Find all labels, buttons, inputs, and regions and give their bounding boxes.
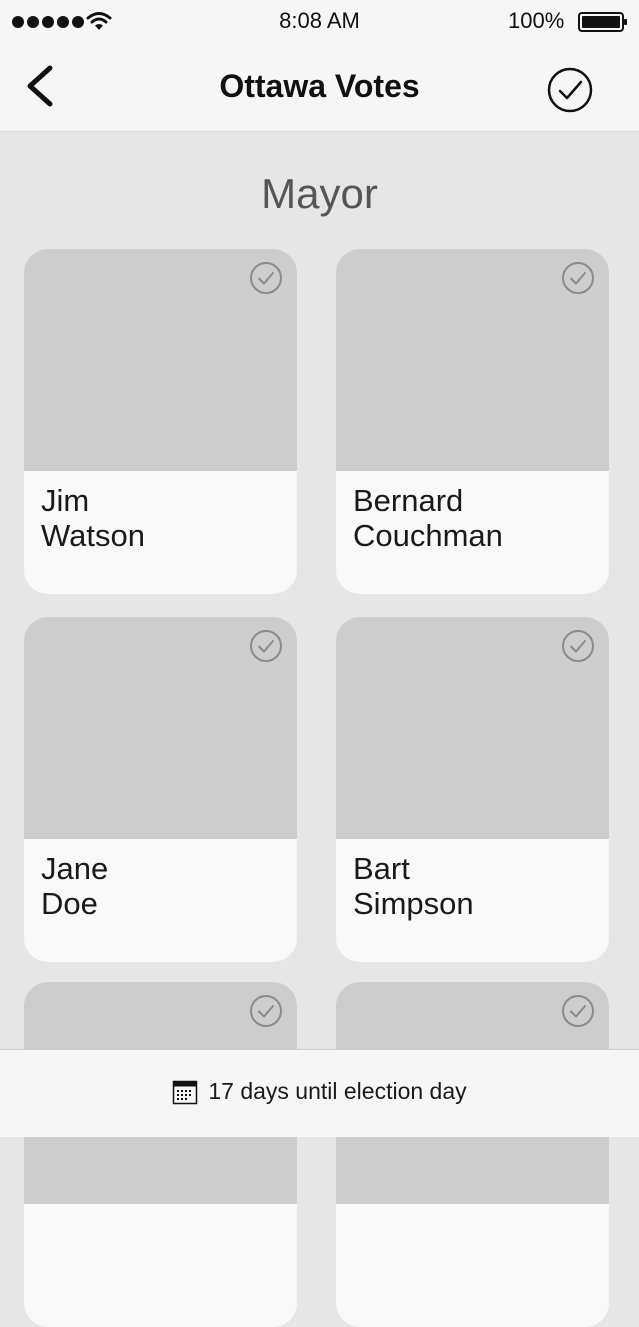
- candidate-name: Bernard Couchman: [353, 483, 503, 553]
- candidate-last-name: Simpson: [353, 886, 474, 921]
- candidate-card[interactable]: [336, 982, 609, 1327]
- candidate-first-name: Bernard: [353, 483, 464, 518]
- select-check-icon[interactable]: [561, 261, 595, 295]
- confirm-vote-button[interactable]: [544, 64, 596, 116]
- select-check-icon[interactable]: [561, 994, 595, 1028]
- candidate-last-name: Doe: [41, 886, 98, 921]
- candidate-first-name: Jane: [41, 851, 109, 886]
- select-check-icon[interactable]: [249, 261, 283, 295]
- select-check-icon[interactable]: [249, 629, 283, 663]
- candidate-card[interactable]: Jim Watson: [24, 249, 297, 594]
- checkmark-circle-icon: [547, 67, 593, 113]
- battery-percentage: 100%: [508, 8, 565, 33]
- candidate-last-name: Watson: [41, 518, 145, 553]
- candidate-card[interactable]: Jane Doe: [24, 617, 297, 962]
- status-bar: 8:08 AM 100%: [0, 0, 639, 44]
- navigation-bar: Ottawa Votes: [0, 44, 639, 132]
- candidate-card[interactable]: Bart Simpson: [336, 617, 609, 962]
- calendar-icon: [173, 1080, 198, 1104]
- candidate-last-name: Couchman: [353, 518, 503, 553]
- select-check-icon[interactable]: [561, 629, 595, 663]
- candidate-first-name: Jim: [41, 483, 90, 518]
- candidate-name: Jim Watson: [41, 483, 145, 553]
- section-title: Mayor: [261, 170, 378, 217]
- days-until-election: 17 days until election day: [208, 1078, 467, 1104]
- candidate-card[interactable]: Bernard Couchman: [336, 249, 609, 594]
- candidate-name: Jane Doe: [41, 851, 108, 921]
- candidate-first-name: Bart: [353, 851, 410, 886]
- battery-icon: [578, 12, 627, 32]
- select-check-icon[interactable]: [249, 994, 283, 1028]
- election-countdown: 17 days until election day: [0, 1078, 639, 1105]
- candidate-card[interactable]: [24, 982, 297, 1327]
- candidate-name: Bart Simpson: [353, 851, 474, 921]
- footer-bar: 17 days until election day: [0, 1049, 639, 1137]
